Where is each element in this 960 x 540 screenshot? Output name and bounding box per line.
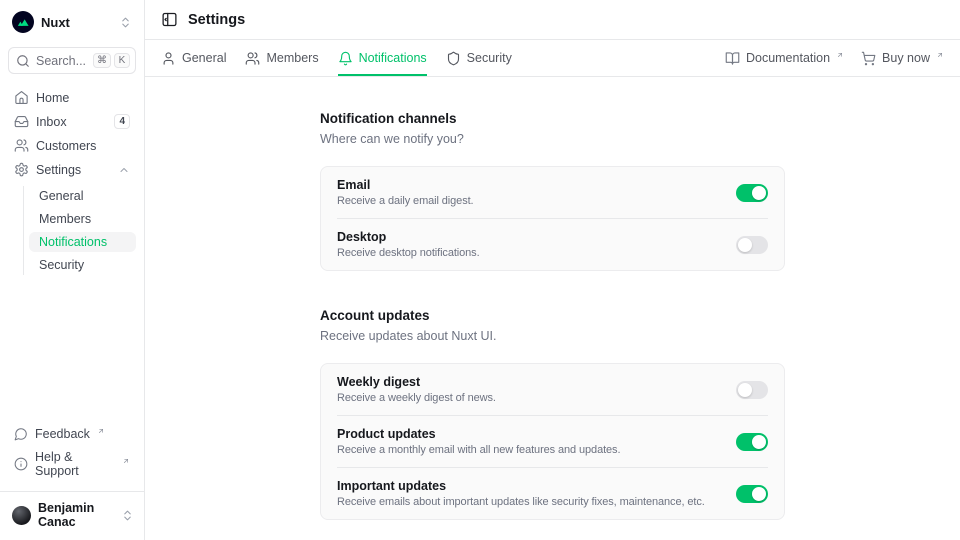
user-name: Benjamin Canac [38,501,114,529]
chevrons-up-down-icon [121,509,134,522]
toggle-knob [738,238,752,252]
chevrons-up-down-icon [119,16,132,29]
external-link-icon [122,457,130,465]
toggle-important-updates[interactable] [736,485,768,503]
setting-description: Receive desktop notifications. [337,247,722,259]
section-account-updates: Account updates Receive updates about Nu… [320,308,785,520]
toggle-product-updates[interactable] [736,433,768,451]
sidebar-item-security[interactable]: Security [29,255,136,275]
toggle-knob [752,186,766,200]
sidebar-item-help-support[interactable]: Help & Support [8,447,136,481]
setting-label: Email [337,178,722,192]
settings-card: Weekly digest Receive a weekly digest of… [320,363,785,520]
sidebar-item-customers[interactable]: Customers [8,135,136,156]
avatar [12,506,31,525]
tabs-group: General Members Notifications Security [161,40,512,76]
users-icon [245,51,260,66]
app-window: Nuxt Search... ⌘K Home Inbox 4 Customers… [0,0,960,540]
info-icon [14,457,28,471]
search-kbds: ⌘K [93,53,130,68]
setting-description: Receive a monthly email with all new fea… [337,444,722,456]
section-notification-channels: Notification channels Where can we notif… [320,111,785,271]
tab-actions: Documentation Buy now [725,51,944,66]
toggle-weekly-digest[interactable] [736,381,768,399]
sidebar-item-feedback[interactable]: Feedback [8,424,136,444]
cart-icon [861,51,876,66]
tab-general[interactable]: General [161,40,226,76]
toggle-desktop[interactable] [736,236,768,254]
sidebar-item-members[interactable]: Members [29,209,136,229]
page-title: Settings [188,12,245,28]
setting-row: Important updates Receive emails about i… [321,468,784,519]
setting-row: Email Receive a daily email digest. [321,167,784,218]
home-icon [14,90,29,105]
search-icon [16,54,30,68]
tabbar: General Members Notifications Security D… [145,40,960,77]
sidebar-item-inbox[interactable]: Inbox 4 [8,111,136,132]
collapse-sidebar-button[interactable] [161,11,178,28]
tab-members[interactable]: Members [245,40,318,76]
search-input[interactable]: Search... ⌘K [8,47,136,74]
settings-card: Email Receive a daily email digest. Desk… [320,166,785,271]
setting-row: Weekly digest Receive a weekly digest of… [321,364,784,415]
search-placeholder: Search... [36,54,87,68]
tab-notifications[interactable]: Notifications [338,40,427,76]
settings-container: Notification channels Where can we notif… [320,77,785,520]
bell-icon [338,51,353,66]
users-icon [14,138,29,153]
kbd-k: K [114,53,130,68]
setting-row: Desktop Receive desktop notifications. [321,219,784,270]
toggle-knob [738,383,752,397]
panel-left-close-icon [161,11,178,28]
setting-label: Product updates [337,427,722,441]
action-buy-now[interactable]: Buy now [861,51,944,66]
gear-icon [14,162,29,177]
sidebar-nav: Home Inbox 4 Customers Settings General M… [8,87,136,275]
setting-label: Important updates [337,479,722,493]
toggle-knob [752,487,766,501]
sidebar-item-home[interactable]: Home [8,87,136,108]
sidebar-subnav-settings: General Members Notifications Security [23,186,136,275]
external-link-icon [936,51,944,59]
kbd-cmd: ⌘ [93,53,111,68]
sidebar-item-settings[interactable]: Settings [8,159,136,180]
sidebar-footer: Feedback Help & Support Benjamin Canac [8,424,136,532]
book-icon [725,51,740,66]
setting-label: Weekly digest [337,375,722,389]
main-area: Settings General Members Notifications S… [145,0,960,540]
chat-icon [14,427,28,441]
chevron-up-icon [118,164,130,176]
user-menu[interactable]: Benjamin Canac [0,491,144,532]
toggle-knob [752,435,766,449]
inbox-icon [14,114,29,129]
sidebar-footer-links: Feedback Help & Support [8,424,136,481]
setting-description: Receive emails about important updates l… [337,496,722,508]
setting-label: Desktop [337,230,722,244]
sidebar-item-notifications[interactable]: Notifications [29,232,136,252]
setting-description: Receive a daily email digest. [337,195,722,207]
external-link-icon [836,51,844,59]
setting-description: Receive a weekly digest of news. [337,392,722,404]
section-description: Receive updates about Nuxt UI. [320,329,785,343]
nuxt-logo-icon [12,11,34,33]
tab-security[interactable]: Security [446,40,512,76]
section-title: Account updates [320,308,785,323]
sidebar-item-general[interactable]: General [29,186,136,206]
section-description: Where can we notify you? [320,132,785,146]
shield-icon [446,51,461,66]
workspace-name: Nuxt [41,15,112,30]
main-header: Settings [145,0,960,40]
toggle-email[interactable] [736,184,768,202]
workspace-switcher[interactable]: Nuxt [8,8,136,36]
content: Notification channels Where can we notif… [145,77,960,540]
external-link-icon [97,427,105,435]
user-icon [161,51,176,66]
action-documentation[interactable]: Documentation [725,51,844,66]
inbox-count-badge: 4 [114,114,130,129]
section-title: Notification channels [320,111,785,126]
setting-row: Product updates Receive a monthly email … [321,416,784,467]
sidebar: Nuxt Search... ⌘K Home Inbox 4 Customers… [0,0,145,540]
